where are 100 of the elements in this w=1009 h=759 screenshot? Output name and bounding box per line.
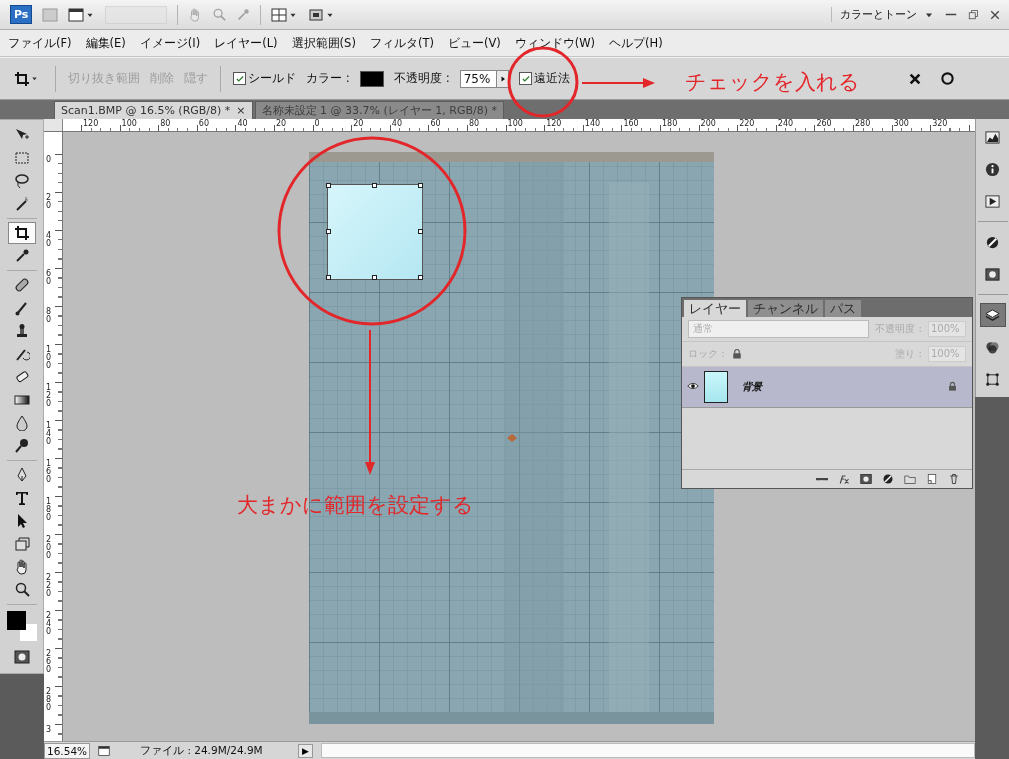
workspace-dropdown[interactable]: カラーとトーン bbox=[831, 7, 935, 22]
option-label: 不透明度 : bbox=[393, 70, 450, 87]
mask-icon bbox=[985, 266, 1000, 282]
color-swatch-icon[interactable] bbox=[5, 610, 38, 642]
layers-icon bbox=[985, 307, 1000, 323]
annotation-text: 大まかに範囲を設定する bbox=[237, 492, 474, 518]
panel-tab[interactable]: チャンネル bbox=[748, 300, 823, 317]
checkbox-label[interactable]: シールド bbox=[248, 70, 296, 87]
ruler-label: 120 bbox=[46, 384, 52, 408]
close-button[interactable] bbox=[989, 8, 1001, 21]
status-menu-button[interactable]: ▶ bbox=[298, 743, 314, 758]
ruler-label: 120 bbox=[546, 119, 562, 128]
zoom-icon bbox=[212, 7, 227, 22]
slider-popup-button[interactable] bbox=[496, 70, 509, 87]
layer-name: 背景 bbox=[742, 380, 764, 394]
ruler-label: 280 bbox=[855, 119, 871, 128]
channels-icon bbox=[985, 339, 1000, 355]
marquee-icon bbox=[13, 150, 30, 166]
menu-item[interactable]: フィルタ(T) bbox=[369, 35, 434, 51]
minimize-button[interactable] bbox=[945, 13, 957, 16]
ruler-label: 20 bbox=[276, 119, 287, 128]
resize-handle[interactable] bbox=[326, 229, 331, 234]
ruler-label: 20 bbox=[353, 119, 364, 128]
ruler-label: 120 bbox=[83, 119, 99, 128]
dodge-icon bbox=[13, 438, 30, 454]
mask-icon bbox=[860, 473, 872, 485]
menu-item[interactable]: ファイル(F) bbox=[8, 35, 72, 51]
newlayer-button[interactable] bbox=[926, 473, 938, 485]
ruler-label: 280 bbox=[46, 688, 52, 712]
ruler-label: 60 bbox=[198, 119, 209, 128]
ruler-label: 260 bbox=[46, 650, 52, 674]
crop-icon bbox=[14, 70, 30, 87]
ruler-label: 100 bbox=[507, 119, 523, 128]
trash-button[interactable] bbox=[948, 473, 960, 485]
document-icon bbox=[98, 744, 111, 757]
histogram-icon bbox=[985, 129, 1000, 145]
ruler-label: 260 bbox=[816, 119, 832, 128]
app-logo[interactable]: Ps bbox=[10, 5, 33, 24]
checkbox[interactable] bbox=[233, 72, 246, 85]
panel-tab[interactable]: レイヤー bbox=[684, 300, 746, 317]
checkbox[interactable] bbox=[519, 72, 533, 85]
crop-icon bbox=[13, 225, 30, 241]
resize-handle[interactable] bbox=[418, 229, 423, 234]
cancel-icon bbox=[908, 71, 922, 86]
ruler-label: 0 bbox=[314, 119, 320, 128]
ruler-label: 180 bbox=[46, 498, 52, 522]
resize-handle[interactable] bbox=[418, 275, 423, 280]
ruler-label: 180 bbox=[662, 119, 678, 128]
window-icon bbox=[68, 6, 85, 23]
ruler-corner bbox=[44, 119, 63, 131]
ruler-label: 300 bbox=[893, 119, 909, 128]
tab-close-button[interactable]: × bbox=[236, 104, 246, 117]
opacity-field[interactable]: 75% bbox=[459, 69, 510, 88]
scrollbar[interactable] bbox=[321, 743, 975, 758]
newlayer-icon bbox=[926, 473, 938, 485]
resize-handle[interactable] bbox=[372, 275, 377, 280]
resize-handle[interactable] bbox=[326, 183, 331, 188]
adjust-icon bbox=[985, 234, 1000, 250]
ruler-label: 140 bbox=[584, 119, 601, 128]
ruler-label: 40 bbox=[237, 119, 248, 128]
ruler-label: 80 bbox=[469, 119, 480, 128]
crop-selection[interactable] bbox=[327, 184, 423, 280]
gradient-icon bbox=[13, 392, 30, 408]
resize-handle[interactable] bbox=[418, 183, 423, 188]
ruler-label: 20 bbox=[46, 194, 52, 210]
menu-item[interactable]: イメージ(I) bbox=[139, 35, 201, 51]
navigator-icon bbox=[985, 193, 1000, 209]
annotation-text: チェックを入れる bbox=[685, 69, 860, 95]
color-swatch[interactable] bbox=[359, 70, 384, 87]
file-info: ファイル : 24.9M/24.9M bbox=[139, 743, 264, 758]
adjust-button[interactable] bbox=[882, 473, 894, 485]
fx-icon bbox=[838, 473, 850, 485]
ruler-label: 80 bbox=[160, 119, 171, 128]
ruler-label: 240 bbox=[777, 119, 794, 128]
ruler-label: 140 bbox=[46, 422, 52, 446]
checkbox-label[interactable]: 遠近法 bbox=[534, 70, 571, 87]
menu-item[interactable]: 選択範囲(S) bbox=[291, 35, 356, 51]
resize-handle[interactable] bbox=[372, 183, 377, 188]
menu-item[interactable]: ビュー(V) bbox=[447, 35, 501, 51]
mask-button[interactable] bbox=[860, 473, 872, 485]
adjust-icon bbox=[882, 473, 894, 485]
fx-button[interactable] bbox=[838, 473, 850, 485]
ruler-label: 100 bbox=[46, 346, 52, 370]
menu-item[interactable]: ヘルプ(H) bbox=[609, 35, 663, 51]
resize-handle[interactable] bbox=[326, 275, 331, 280]
ruler-label: 0 bbox=[46, 156, 52, 164]
restore-button[interactable] bbox=[967, 8, 979, 21]
menu-item[interactable]: レイヤー(L) bbox=[214, 35, 278, 51]
folder-button[interactable] bbox=[904, 473, 916, 485]
layer-row[interactable]: 背景 bbox=[682, 367, 972, 408]
panel-tab[interactable]: パス bbox=[825, 300, 861, 317]
document-tab[interactable]: Scan1.BMP @ 16.5% (RGB/8) * × bbox=[54, 101, 253, 119]
shape-icon bbox=[13, 536, 30, 552]
layers-panel-button[interactable] bbox=[979, 303, 1006, 327]
checkmark-icon bbox=[520, 73, 531, 84]
circle-icon bbox=[940, 71, 955, 86]
crop-tool[interactable] bbox=[7, 222, 36, 244]
ruler-label: 220 bbox=[739, 119, 755, 128]
menu-item[interactable]: 編集(E) bbox=[85, 35, 126, 51]
zoom-field[interactable]: 16.54% bbox=[44, 742, 91, 759]
